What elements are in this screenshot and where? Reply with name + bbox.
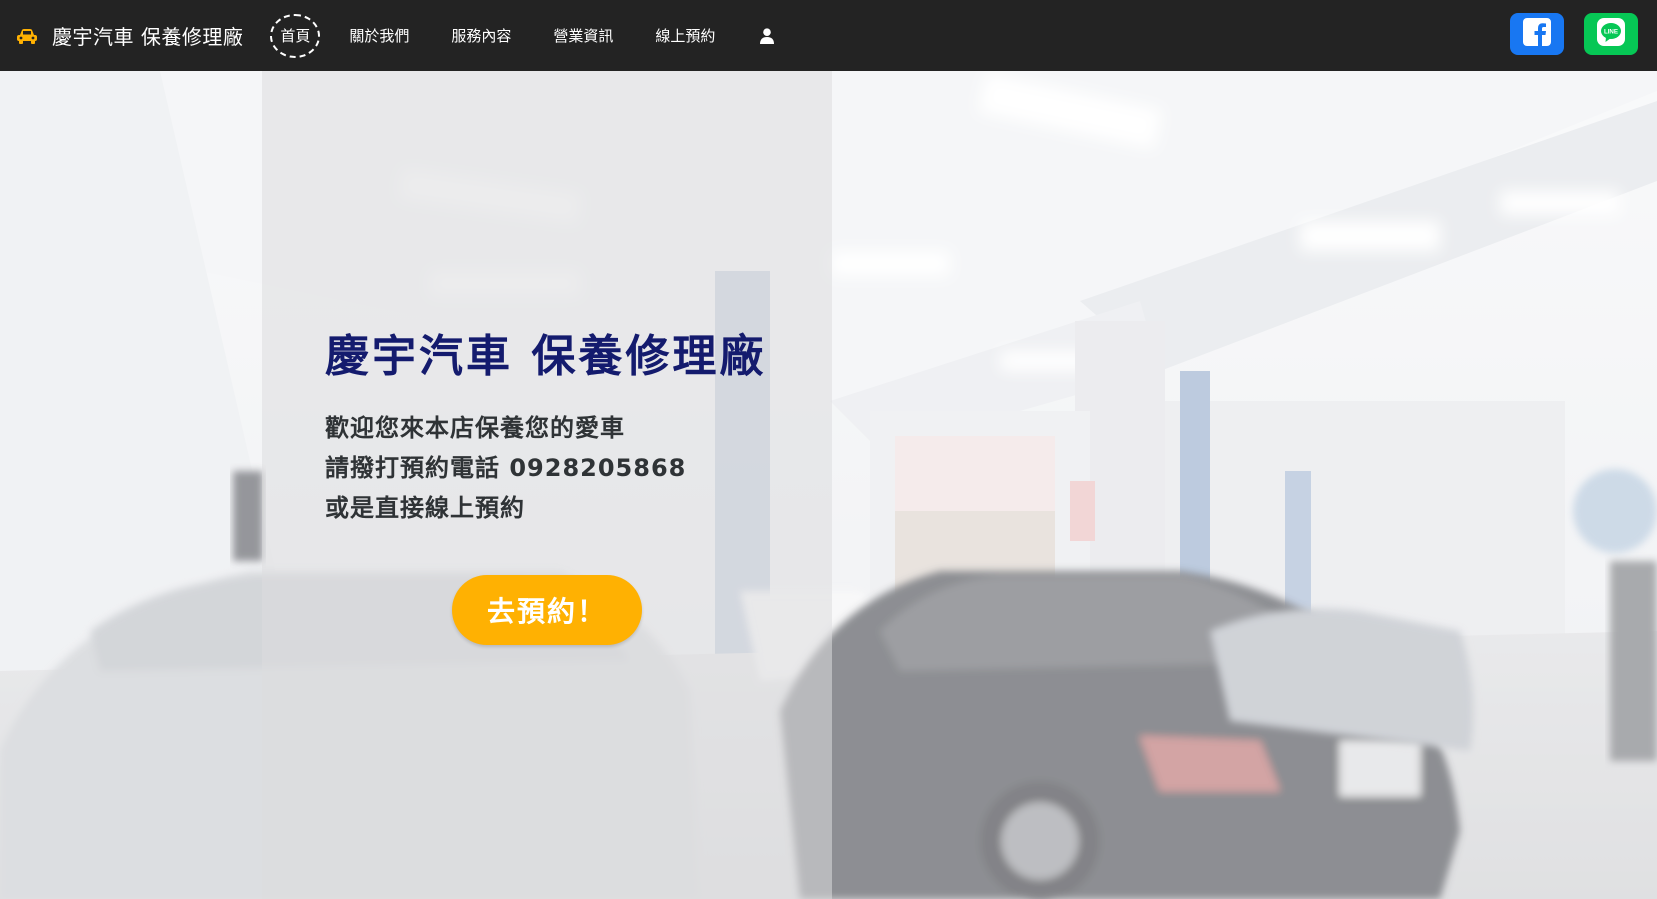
nav-home[interactable]: 首頁 xyxy=(270,13,321,58)
hero-description: 歡迎您來本店保養您的愛車 請撥打預約電話 0928205868 或是直接線上預約 xyxy=(325,408,845,528)
hero-line-online: 或是直接線上預約 xyxy=(325,493,525,522)
nav-online-booking[interactable]: 線上預約 xyxy=(655,0,715,71)
main-nav: 首頁 關於我們 服務內容 營業資訊 線上預約 xyxy=(270,0,777,71)
hero-title: 慶宇汽車 保養修理廠 xyxy=(325,331,767,382)
line-icon: LINE xyxy=(1597,18,1625,50)
hero-line-phone: 請撥打預約電話 0928205868 xyxy=(325,453,687,482)
hero-content: 慶宇汽車 保養修理廠 歡迎您來本店保養您的愛車 請撥打預約電話 09282058… xyxy=(325,331,845,528)
facebook-icon xyxy=(1522,17,1552,51)
social-links: LINE xyxy=(1490,13,1638,55)
top-navbar: 慶宇汽車 保養修理廠 首頁 關於我們 服務內容 營業資訊 線上預約 LINE xyxy=(0,0,1657,71)
hero-section: 慶宇汽車 保養修理廠 歡迎您來本店保養您的愛車 請撥打預約電話 09282058… xyxy=(0,71,1657,899)
book-now-button[interactable]: 去預約！ xyxy=(452,575,642,645)
nav-business-info[interactable]: 營業資訊 xyxy=(553,0,613,71)
hero-line-welcome: 歡迎您來本店保養您的愛車 xyxy=(325,413,625,442)
nav-services[interactable]: 服務內容 xyxy=(451,0,511,71)
line-button[interactable]: LINE xyxy=(1584,13,1638,55)
brand[interactable]: 慶宇汽車 保養修理廠 xyxy=(16,0,243,71)
svg-text:LINE: LINE xyxy=(1604,29,1618,36)
facebook-button[interactable] xyxy=(1510,13,1564,55)
user-icon[interactable] xyxy=(757,0,777,71)
brand-name: 慶宇汽車 保養修理廠 xyxy=(52,25,244,49)
nav-about[interactable]: 關於我們 xyxy=(349,0,409,71)
car-icon xyxy=(16,27,38,45)
